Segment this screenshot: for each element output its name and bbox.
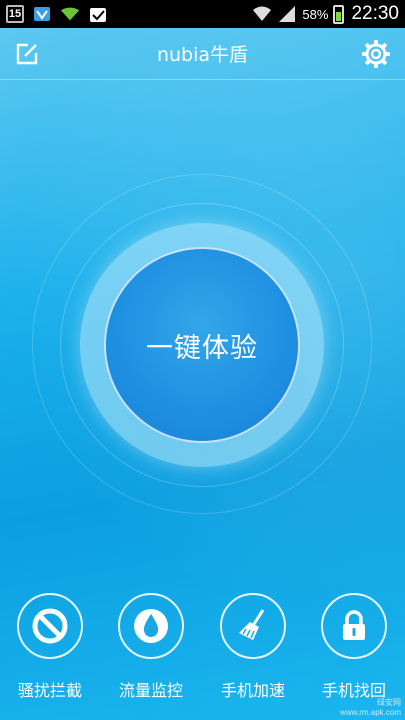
broom-icon: [220, 593, 286, 659]
page-title: nubia牛盾: [156, 44, 249, 66]
watermark-line2: www.rm.apk.com: [340, 708, 401, 717]
status-bar: 15 58% 22:30: [0, 0, 405, 28]
feature-phone-speedup[interactable]: 手机加速: [208, 593, 298, 701]
lock-icon: [321, 593, 387, 659]
one-key-experience-button[interactable]: 一键体验: [104, 247, 300, 443]
watermark-line1: 绿安网: [377, 698, 401, 707]
feature-label: 骚扰拦截: [17, 681, 82, 700]
wifi-icon: [252, 4, 272, 24]
app-screen: nubia牛盾 一键体验 骚扰拦截 流量监控 手机加速 手机找回 绿安网 www…: [0, 28, 405, 720]
app-header: nubia牛盾: [0, 28, 405, 80]
signal-icon: [277, 4, 297, 24]
block-icon: [17, 593, 83, 659]
feature-label: 流量监控: [118, 681, 183, 700]
shield-notification-icon: [32, 4, 52, 24]
feature-phone-recovery[interactable]: 手机找回: [309, 593, 399, 701]
check-bag-icon: [88, 4, 108, 24]
feature-bar: 骚扰拦截 流量监控 手机加速 手机找回: [0, 593, 405, 713]
edit-icon[interactable]: [14, 41, 40, 67]
feature-traffic-monitor[interactable]: 流量监控: [106, 593, 196, 701]
calendar-day: 15: [8, 8, 22, 20]
battery-icon: [333, 4, 345, 24]
feature-harassment-block[interactable]: 骚扰拦截: [5, 593, 95, 701]
feature-label: 手机加速: [220, 681, 285, 700]
clock: 22:30: [351, 3, 399, 24]
watermark: 绿安网 www.rm.apk.com: [340, 698, 401, 718]
wifi-notification-icon: [60, 4, 80, 24]
battery-percent: 58%: [302, 6, 329, 22]
calendar-icon: 15: [6, 5, 24, 23]
water-drop-icon: [118, 593, 184, 659]
one-key-experience-label: 一键体验: [146, 332, 258, 364]
gear-icon[interactable]: [361, 39, 391, 69]
